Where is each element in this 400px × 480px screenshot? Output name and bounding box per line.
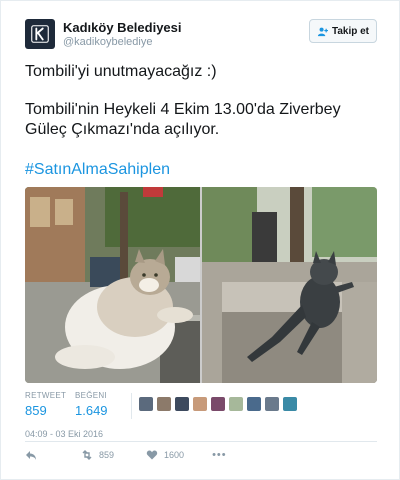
- follow-button[interactable]: Takip et: [309, 19, 377, 43]
- tweet-text-line-2: Tombili'nin Heykeli 4 Ekim 13.00'da Zive…: [25, 101, 341, 118]
- tweet-media[interactable]: [25, 187, 377, 383]
- liker-avatar[interactable]: [193, 397, 207, 411]
- retweet-stat-count[interactable]: 859: [25, 403, 66, 418]
- account-name-block[interactable]: Kadıköy Belediyesi @kadikoybelediye: [63, 20, 182, 49]
- retweet-stat-label: RETWEET: [25, 391, 67, 400]
- tweet-card: Kadıköy Belediyesi @kadikoybelediye Taki…: [0, 0, 400, 480]
- actions-divider: [25, 441, 377, 442]
- cat-statue-photo-image: [202, 187, 377, 383]
- liker-avatar[interactable]: [229, 397, 243, 411]
- stats-divider: [131, 393, 132, 419]
- liker-avatar[interactable]: [211, 397, 225, 411]
- retweet-icon: [82, 450, 92, 460]
- liker-avatar[interactable]: [139, 397, 153, 411]
- reply-button[interactable]: [25, 449, 37, 461]
- liker-avatar[interactable]: [247, 397, 261, 411]
- heart-icon: [146, 450, 158, 460]
- likes-stat-count[interactable]: 1.649: [75, 403, 108, 418]
- tweet-header: Kadıköy Belediyesi @kadikoybelediye Taki…: [25, 19, 377, 51]
- cat-photo-image: [25, 187, 200, 383]
- retweet-stat[interactable]: RETWEET 859: [25, 391, 66, 418]
- liker-avatar[interactable]: [265, 397, 279, 411]
- liker-avatar[interactable]: [175, 397, 189, 411]
- tweet-stats: RETWEET 859 BEĞENI 1.649: [25, 391, 377, 421]
- account-name[interactable]: Kadıköy Belediyesi: [63, 20, 182, 35]
- kadikoy-logo-icon: [31, 25, 49, 43]
- tweet-text-line-1: Tombili'yi unutmayacağız :): [25, 63, 217, 80]
- follow-label: Takip et: [331, 25, 370, 37]
- cat-photo[interactable]: [25, 187, 200, 383]
- more-icon: •••: [212, 449, 227, 461]
- reply-icon: [26, 451, 36, 460]
- more-button[interactable]: •••: [212, 449, 227, 461]
- hashtag-link[interactable]: #SatınAlmaSahiplen: [25, 161, 170, 179]
- likes-stat-label: BEĞENI: [75, 391, 108, 400]
- add-user-icon: [317, 27, 328, 36]
- tweet-text-line-3: Güleç Çıkmazı'nda açılıyor.: [25, 121, 220, 138]
- likes-stat[interactable]: BEĞENI 1.649: [75, 391, 108, 418]
- liker-avatars: [139, 397, 297, 411]
- like-button[interactable]: 1600: [146, 449, 184, 461]
- like-action-count: 1600: [164, 450, 185, 460]
- liker-avatar[interactable]: [283, 397, 297, 411]
- retweet-button[interactable]: 859: [81, 449, 114, 461]
- liker-avatar[interactable]: [157, 397, 171, 411]
- tweet-actions: 859 1600 •••: [25, 447, 377, 463]
- account-avatar[interactable]: [25, 19, 55, 49]
- retweet-action-count: 859: [99, 450, 115, 460]
- tweet-timestamp[interactable]: 04:09 - 03 Eki 2016: [25, 429, 103, 439]
- cat-statue-photo[interactable]: [202, 187, 377, 383]
- account-handle[interactable]: @kadikoybelediye: [63, 35, 182, 49]
